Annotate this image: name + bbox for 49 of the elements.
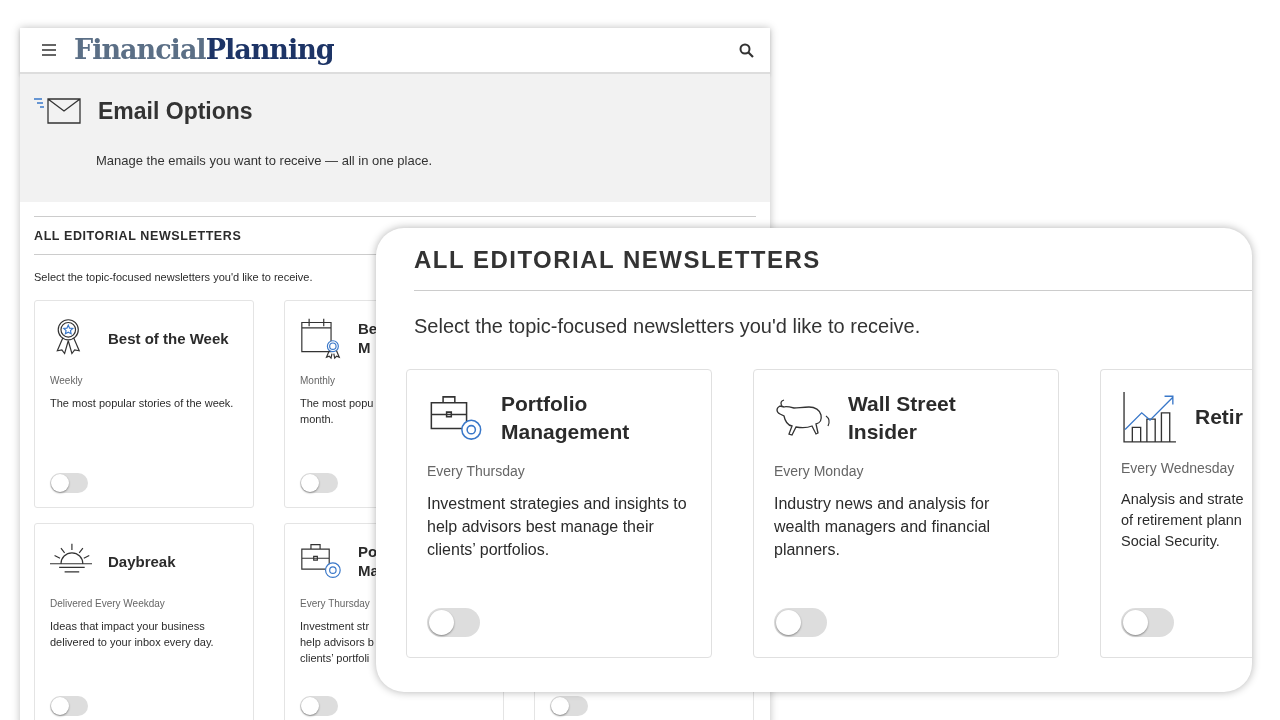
page-subtitle: Manage the emails you want to receive — all in one place. bbox=[96, 151, 433, 170]
newsletter-description: Social Security. bbox=[1121, 532, 1220, 552]
menu-button[interactable] bbox=[42, 44, 56, 56]
newsletter-description: The most popular stories of the week. bbox=[50, 396, 235, 412]
newsletter-title: Be bbox=[358, 318, 378, 339]
page-title: Email Options bbox=[98, 97, 253, 126]
newsletter-title: Best of the Week bbox=[108, 328, 229, 348]
frequency-label: Every Wednesday bbox=[1121, 459, 1235, 478]
section-heading: ALL EDITORIAL NEWSLETTERS bbox=[34, 228, 242, 245]
logo-text[interactable]: Financial bbox=[74, 33, 206, 65]
toggle-switch[interactable] bbox=[300, 473, 338, 494]
toggle-switch[interactable] bbox=[550, 696, 588, 717]
newsletter-title: Daybreak bbox=[108, 551, 176, 571]
frequency-label: Every Thursday bbox=[427, 461, 525, 481]
frequency-label: Every Monday bbox=[774, 461, 864, 481]
newsletter-title: Portfolio Management bbox=[501, 391, 631, 446]
newsletter-description: Ideas that impact your business delivered to your inbox every day. bbox=[50, 619, 215, 651]
newsletter-description: Industry news and analysis for wealth managers and financial planners. bbox=[774, 493, 992, 561]
search-icon bbox=[739, 42, 754, 58]
newsletter-title: M bbox=[358, 338, 371, 358]
menu-icon bbox=[42, 44, 56, 56]
newsletter-description: clients’ portfoli bbox=[300, 651, 370, 667]
newsletter-title: Po bbox=[358, 541, 378, 562]
bar-chart-arrow-icon bbox=[1121, 390, 1179, 444]
newsletter-description: Investment str bbox=[300, 619, 370, 635]
newsletter-description: help advisors b bbox=[300, 635, 374, 651]
toggle-switch[interactable] bbox=[300, 696, 338, 717]
frequency-label: Delivered Every Weekday bbox=[50, 597, 165, 612]
newsletter-title: Retir bbox=[1195, 403, 1243, 430]
toggle-switch[interactable] bbox=[774, 608, 827, 637]
frequency-label: Every Thursday bbox=[300, 597, 370, 612]
toggle-switch[interactable] bbox=[50, 473, 88, 494]
toggle-switch[interactable] bbox=[50, 696, 88, 717]
toggle-switch[interactable] bbox=[1121, 608, 1174, 637]
section-intro: Select the topic-focused newsletters you'd like to receive. bbox=[414, 314, 921, 339]
newsletter-description: The most popu bbox=[300, 396, 374, 412]
envelope-icon bbox=[34, 97, 82, 126]
newsletter-title: Wall Street Insider bbox=[848, 391, 957, 446]
newsletter-description: Investment strategies and insights to help advisors best manage their clients’ portfolios. bbox=[427, 493, 688, 561]
newsletter-description: Analysis and strate bbox=[1121, 490, 1244, 509]
frequency-label: Weekly bbox=[50, 374, 83, 389]
newsletter-description: month. bbox=[300, 412, 334, 428]
frequency-label: Monthly bbox=[300, 374, 335, 389]
newsletter-description: of retirement plann bbox=[1121, 511, 1242, 530]
logo-text[interactable]: Planning bbox=[205, 33, 334, 65]
toggle-switch[interactable] bbox=[427, 608, 480, 637]
search-button[interactable] bbox=[739, 42, 754, 58]
section-heading: ALL EDITORIAL NEWSLETTERS bbox=[414, 245, 821, 275]
section-intro: Select the topic-focused newsletters you'd like to receive. bbox=[34, 269, 313, 285]
